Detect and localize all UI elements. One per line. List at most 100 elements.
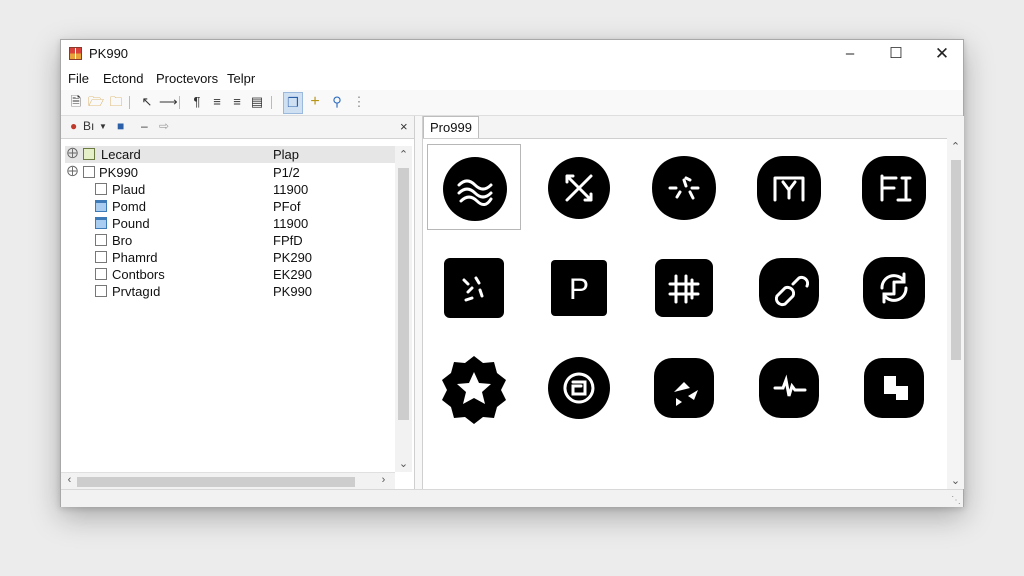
shape-partial-icon-1	[438, 452, 510, 461]
menu-ectond[interactable]: Ectond	[103, 71, 143, 86]
align-center-icon[interactable]: ≡	[229, 94, 245, 110]
close-button[interactable]: ✕	[919, 40, 965, 68]
app-window: PK990 – ☐ ✕ File Ectond Proctevors Telpr…	[60, 39, 964, 507]
icon-grid-item[interactable]	[532, 344, 626, 430]
notebook-stars-icon	[444, 258, 504, 318]
grid-vertical-scrollbar[interactable]: ⌃ ⌄	[947, 138, 964, 489]
scroll-up-icon[interactable]: ⌃	[395, 148, 412, 161]
icon-grid-item[interactable]	[847, 444, 941, 461]
record-icon[interactable]: ●	[70, 119, 77, 133]
left-toolbar-label[interactable]: Bı	[83, 119, 94, 133]
bookmark-icon[interactable]: ■	[117, 119, 124, 133]
expand-toggle-icon[interactable]: ⨁	[67, 146, 78, 159]
row-name: PK990	[99, 165, 139, 180]
chevron-down-icon[interactable]: ▼	[99, 122, 107, 131]
tree-row[interactable]: Phamrd PK290	[61, 249, 395, 266]
icon-grid-item[interactable]	[637, 244, 731, 330]
folder-icon	[95, 200, 107, 212]
tree-row[interactable]: Plaud 11900	[61, 181, 395, 198]
scroll-up-icon[interactable]: ⌃	[947, 140, 964, 153]
row-name: Pound	[112, 216, 150, 231]
search-icon[interactable]: ⚲	[329, 94, 345, 110]
tab-pro999[interactable]: Pro999	[423, 116, 479, 138]
tree-row[interactable]: Prvtagıd PK990	[61, 283, 395, 300]
row-value: 11900	[273, 216, 309, 231]
window-title: PK990	[89, 46, 129, 61]
icon-grid-item[interactable]	[532, 144, 626, 230]
icon-grid-item[interactable]	[637, 144, 731, 230]
open-folder-icon[interactable]: 🗁	[88, 94, 104, 110]
new-file-icon[interactable]: 🗎	[68, 94, 84, 110]
tree-row[interactable]: Pomd PFof	[61, 198, 395, 215]
icon-grid-item[interactable]	[532, 444, 626, 461]
scroll-right-icon[interactable]: ›	[375, 474, 392, 486]
document-icon	[95, 183, 107, 195]
document-icon	[83, 148, 95, 160]
close-pane-icon[interactable]: ×	[400, 119, 408, 134]
row-name: Prvtagıd	[112, 284, 161, 299]
toolbar-separator	[271, 96, 272, 109]
row-value: PK990	[273, 284, 313, 299]
icon-grid-item[interactable]	[427, 144, 521, 230]
icon-grid-item[interactable]	[847, 344, 941, 430]
icon-grid-item[interactable]	[742, 444, 836, 461]
row-value: EK290	[273, 267, 313, 282]
pointer-icon[interactable]: ↖	[139, 94, 155, 110]
add-icon[interactable]: +	[307, 94, 323, 110]
tree-vertical-scrollbar[interactable]: ⌃ ⌄	[395, 146, 412, 472]
icon-grid-item[interactable]	[847, 244, 941, 330]
row-name: Plaud	[112, 182, 146, 197]
tree-row[interactable]: ⨁ PK990 P1/2	[61, 164, 395, 181]
icon-grid-item[interactable]	[742, 144, 836, 230]
star-badge-icon	[442, 356, 506, 424]
copy-icon[interactable]: ❐	[283, 92, 303, 114]
icon-grid-item[interactable]	[427, 444, 521, 461]
main-toolbar: 🗎 🗁 🗀 ↖ ⟶ ¶ ≡ ≡ ▤ ❐ + ⚲ ⋮	[61, 90, 963, 116]
scroll-thumb[interactable]	[77, 477, 355, 487]
shape-partial-icon-3	[648, 452, 720, 461]
dash-icon[interactable]: –	[141, 119, 148, 133]
icon-grid-item[interactable]: P	[532, 244, 626, 330]
icon-grid-item[interactable]	[637, 444, 731, 461]
app-icon	[69, 47, 82, 60]
expand-toggle-icon[interactable]: ⨁	[67, 164, 78, 177]
resize-grip-icon[interactable]: ⋱	[951, 495, 961, 506]
icon-grid-item[interactable]	[742, 344, 836, 430]
more-icon[interactable]: ⋮	[351, 94, 367, 110]
sparkle-dots-icon	[652, 156, 716, 220]
document-icon	[95, 268, 107, 280]
row-value: 11900	[273, 182, 309, 197]
icon-grid-item[interactable]	[427, 344, 521, 430]
icon-grid-item[interactable]	[427, 244, 521, 330]
minimize-button[interactable]: –	[827, 40, 873, 68]
crossed-arrows-icon	[548, 157, 610, 219]
scroll-down-icon[interactable]: ⌄	[395, 457, 412, 470]
tree-horizontal-scrollbar[interactable]: ‹ ›	[61, 472, 395, 490]
menu-proctevors[interactable]: Proctevors	[156, 71, 218, 86]
icon-grid-item[interactable]	[637, 344, 731, 430]
lasso-icon[interactable]: ⟶	[159, 94, 178, 110]
save-folder-icon[interactable]: 🗀	[108, 94, 124, 110]
scroll-thumb[interactable]	[398, 168, 409, 420]
tree-row[interactable]: Pound 11900	[61, 215, 395, 232]
shape-partial-icon-2	[543, 452, 615, 461]
menu-file[interactable]: File	[68, 71, 89, 86]
tree-row[interactable]: Bro FPfD	[61, 232, 395, 249]
align-left-icon[interactable]: ≡	[209, 94, 225, 110]
title-bar: PK990 – ☐ ✕	[61, 40, 963, 68]
document-icon	[95, 234, 107, 246]
icon-grid-item[interactable]	[847, 144, 941, 230]
icon-grid-item[interactable]	[742, 244, 836, 330]
scroll-down-icon[interactable]: ⌄	[947, 474, 964, 487]
toolbar-separator	[129, 96, 130, 109]
tree-row[interactable]: Contbors EK290	[61, 266, 395, 283]
scroll-thumb[interactable]	[951, 160, 961, 360]
tab-strip: Pro999	[423, 116, 964, 139]
grid-hash-icon	[655, 259, 713, 317]
maximize-button[interactable]: ☐	[873, 40, 919, 68]
format-icon[interactable]: ¶	[189, 94, 205, 110]
scroll-left-icon[interactable]: ‹	[61, 474, 78, 486]
forward-arrow-icon[interactable]: ⇨	[159, 119, 169, 133]
menu-telpr[interactable]: Telpr	[227, 71, 255, 86]
window-icon[interactable]: ▤	[249, 94, 265, 110]
